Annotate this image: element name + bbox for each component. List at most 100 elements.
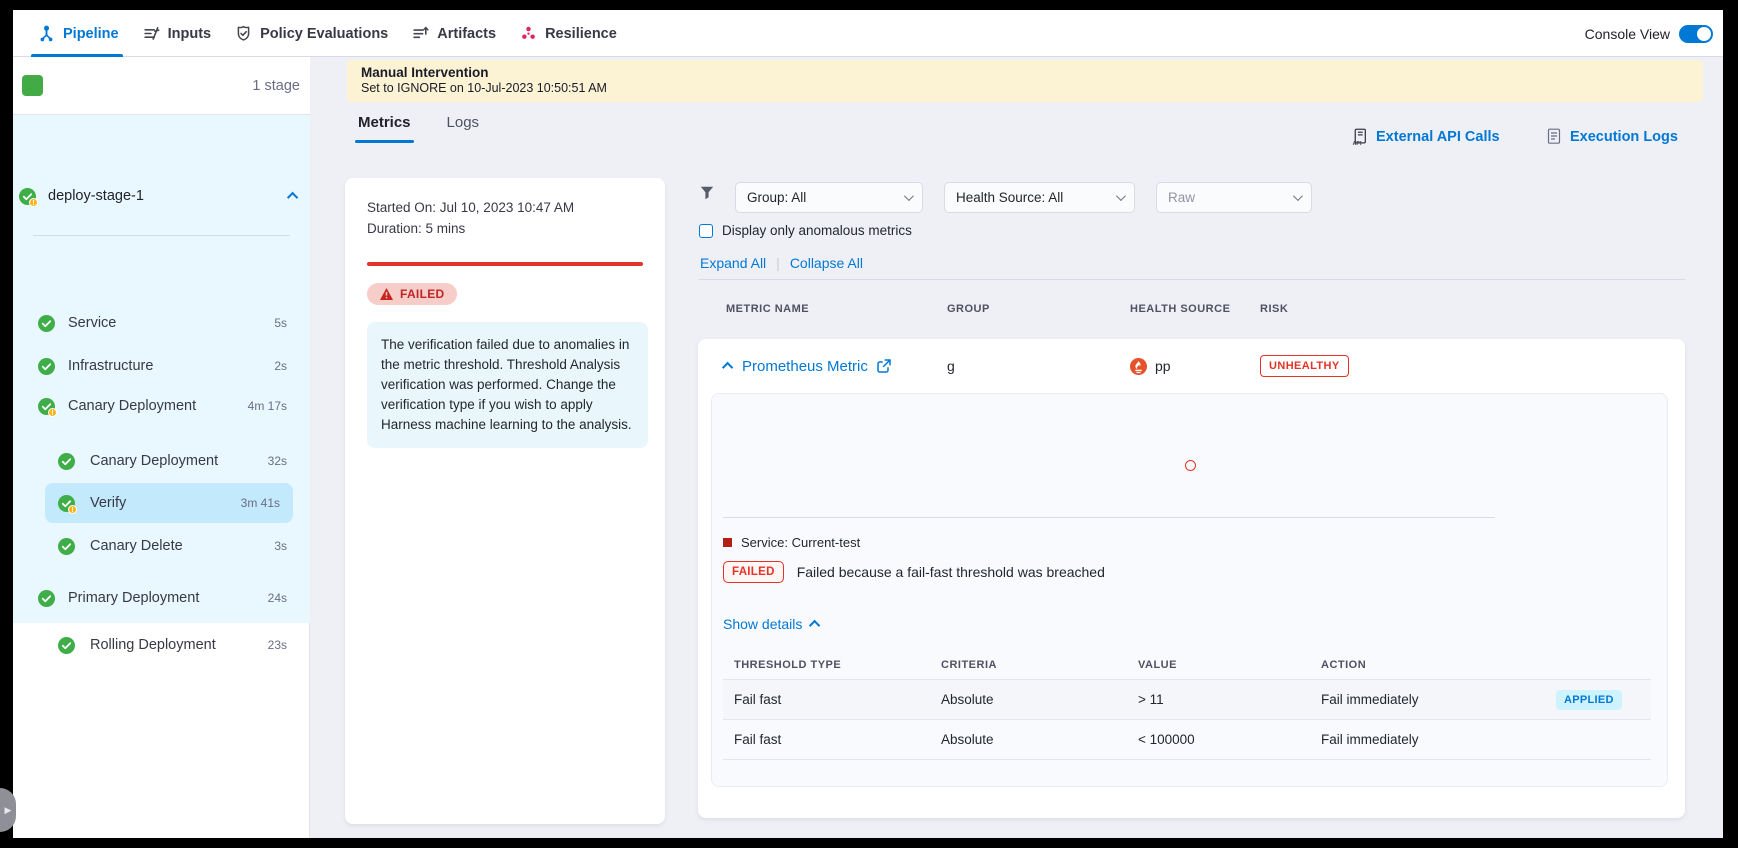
col-health-source: HEALTH SOURCE: [1130, 303, 1260, 315]
step-infrastructure[interactable]: Infrastructure 2s: [13, 348, 310, 384]
step-canary-deployment[interactable]: Canary Deployment 32s: [13, 443, 310, 479]
step-duration: 3s: [274, 539, 287, 553]
success-icon: [38, 315, 55, 332]
stage-item-deploy-stage-1[interactable]: ! deploy-stage-1: [13, 183, 310, 209]
warning-dot-icon: !: [48, 408, 57, 417]
stage-name: deploy-stage-1: [48, 188, 290, 204]
col-metric-name: METRIC NAME: [726, 303, 947, 315]
threshold-value: < 100000: [1138, 732, 1321, 747]
console-view-toggle[interactable]: [1679, 25, 1713, 43]
show-details-toggle[interactable]: Show details: [723, 616, 820, 632]
step-verify-selected[interactable]: ! Verify 3m 41s: [45, 483, 293, 523]
expand-collapse-controls: Expand All | Collapse All: [700, 255, 863, 271]
warning-status-icon: !: [58, 495, 75, 512]
metric-row-prometheus[interactable]: Prometheus Metric g pp UNHEALTHY: [698, 339, 1685, 393]
external-api-calls-link[interactable]: API External API Calls: [1351, 128, 1500, 146]
metric-name-link[interactable]: Prometheus Metric: [742, 358, 868, 375]
legend-swatch: [723, 538, 732, 547]
step-label: Infrastructure: [68, 358, 274, 374]
threshold-type: Fail fast: [734, 692, 941, 707]
execution-logs-label: Execution Logs: [1570, 129, 1678, 145]
warning-dot-icon: !: [68, 505, 77, 514]
tab-resilience-label: Resilience: [545, 26, 617, 42]
success-icon: [58, 453, 75, 470]
chevron-down-icon: [904, 191, 914, 201]
col-group: GROUP: [947, 303, 1130, 315]
execution-logs-link[interactable]: Execution Logs: [1546, 128, 1678, 145]
failed-progress-bar: [367, 262, 643, 266]
raw-filter-placeholder: Raw: [1168, 190, 1195, 205]
started-on: Started On: Jul 10, 2023 10:47 AM: [367, 200, 643, 215]
collapse-all-link[interactable]: Collapse All: [790, 255, 863, 271]
step-duration: 4m 17s: [248, 399, 287, 413]
document-icon: [1546, 128, 1562, 145]
anomalous-metrics-label: Display only anomalous metrics: [722, 223, 912, 238]
col-value: VALUE: [1138, 659, 1321, 671]
table-top-divider: [698, 279, 1685, 280]
group-filter-value: Group: All: [747, 190, 806, 205]
stage-count-label: 1 stage: [252, 78, 300, 94]
step-rolling-deployment[interactable]: Rolling Deployment 23s: [13, 627, 310, 663]
tab-policy-evaluations[interactable]: Policy Evaluations: [235, 10, 388, 57]
health-source-filter-value: Health Source: All: [956, 190, 1063, 205]
stage-status-chip[interactable]: [22, 75, 43, 96]
threshold-action: Fail immediately: [1321, 732, 1556, 747]
prometheus-icon: [1130, 358, 1147, 375]
chart-legend: Service: Current-test: [723, 535, 860, 550]
tab-metrics[interactable]: Metrics: [358, 114, 411, 143]
analysis-reason-row: FAILED Failed because a fail-fast thresh…: [723, 561, 1105, 583]
thresholds-header: THRESHOLD TYPE CRITERIA VALUE ACTION: [723, 650, 1651, 680]
thresholds-table: THRESHOLD TYPE CRITERIA VALUE ACTION Fai…: [723, 650, 1651, 760]
tab-pipeline[interactable]: Pipeline: [38, 10, 119, 57]
col-action: ACTION: [1321, 659, 1556, 671]
console-view-label: Console View: [1585, 26, 1670, 42]
expand-all-link[interactable]: Expand All: [700, 255, 766, 271]
tab-resilience[interactable]: Resilience: [520, 10, 617, 57]
threshold-value: > 11: [1138, 692, 1321, 707]
shield-check-icon: [235, 25, 252, 42]
col-risk: RISK: [1260, 303, 1685, 315]
success-icon: [58, 538, 75, 555]
filter-funnel-icon[interactable]: [700, 186, 714, 200]
anomalous-point-marker[interactable]: [1185, 460, 1196, 471]
group-filter-dropdown[interactable]: Group: All: [735, 182, 923, 213]
step-label: Service: [68, 315, 274, 331]
step-canary-delete[interactable]: Canary Delete 3s: [13, 528, 310, 564]
artifacts-icon: [412, 25, 429, 42]
tab-policy-evaluations-label: Policy Evaluations: [260, 26, 388, 42]
step-primary-deployment[interactable]: Primary Deployment 24s: [13, 580, 310, 616]
tab-inputs-label: Inputs: [168, 26, 212, 42]
tab-artifacts[interactable]: Artifacts: [412, 10, 496, 57]
step-canary-deployment-group[interactable]: ! Canary Deployment 4m 17s: [13, 388, 310, 424]
banner-title: Manual Intervention: [361, 65, 1689, 80]
col-threshold-type: THRESHOLD TYPE: [734, 659, 941, 671]
step-duration: 3m 41s: [241, 496, 280, 510]
col-criteria: CRITERIA: [941, 659, 1138, 671]
metric-detail-panel: Service: Current-test FAILED Failed beca…: [711, 393, 1668, 787]
step-service[interactable]: Service 5s: [13, 305, 310, 341]
inputs-icon: [143, 25, 160, 42]
tab-logs[interactable]: Logs: [447, 114, 480, 143]
banner-message: Set to IGNORE on 10-Jul-2023 10:50:51 AM: [361, 81, 1689, 95]
step-duration: 32s: [268, 454, 287, 468]
external-api-calls-label: External API Calls: [1376, 129, 1500, 145]
tab-pipeline-label: Pipeline: [63, 26, 119, 42]
nav-tabs: Pipeline Inputs Policy Evaluations: [38, 10, 617, 57]
anomalous-metrics-checkbox[interactable]: [699, 224, 713, 238]
collapse-row-chevron-icon[interactable]: [722, 362, 733, 373]
metrics-table-header: METRIC NAME GROUP HEALTH SOURCE RISK: [698, 303, 1685, 315]
failed-status-pill: FAILED: [367, 283, 457, 305]
raw-filter-dropdown[interactable]: Raw: [1156, 182, 1312, 213]
chevron-down-icon: [1116, 191, 1126, 201]
manual-intervention-banner: Manual Intervention Set to IGNORE on 10-…: [347, 60, 1703, 102]
health-source-filter-dropdown[interactable]: Health Source: All: [944, 182, 1135, 213]
step-duration: 24s: [268, 591, 287, 605]
threshold-row: Fail fast Absolute < 100000 Fail immedia…: [723, 720, 1651, 760]
step-label: Canary Deployment: [68, 398, 248, 414]
external-link-icon[interactable]: [877, 359, 891, 373]
tab-inputs[interactable]: Inputs: [143, 10, 212, 57]
link-separator: |: [776, 255, 780, 271]
threshold-criteria: Absolute: [941, 692, 1138, 707]
risk-badge-unhealthy: UNHEALTHY: [1260, 355, 1349, 377]
pipeline-icon: [38, 25, 55, 42]
